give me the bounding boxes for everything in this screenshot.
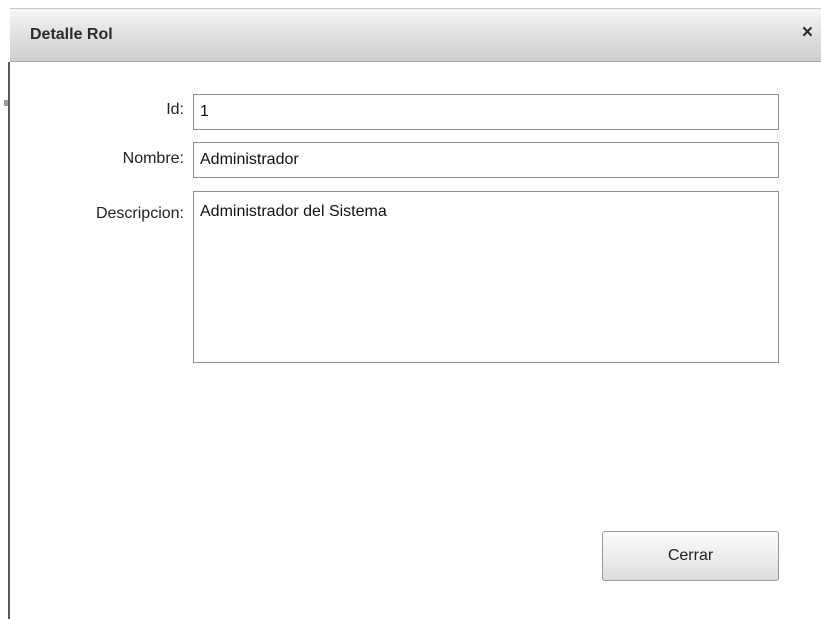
nombre-label: Nombre: [122, 150, 184, 167]
id-field[interactable] [193, 94, 779, 130]
resize-handle[interactable] [4, 100, 8, 106]
nombre-field[interactable] [193, 142, 779, 178]
dialog-titlebar[interactable]: Detalle Rol × [10, 8, 821, 62]
descripcion-label: Descripcion: [95, 205, 184, 222]
close-icon[interactable]: × [802, 23, 813, 43]
dialog-left-border [8, 62, 10, 619]
dialog-title: Detalle Rol [30, 26, 113, 43]
id-label: Id: [166, 101, 184, 118]
cerrar-button[interactable]: Cerrar [602, 531, 779, 581]
descripcion-field[interactable]: Administrador del Sistema [193, 191, 779, 363]
role-detail-dialog: Detalle Rol × Id: Nombre: Descripcion: A… [0, 0, 821, 619]
